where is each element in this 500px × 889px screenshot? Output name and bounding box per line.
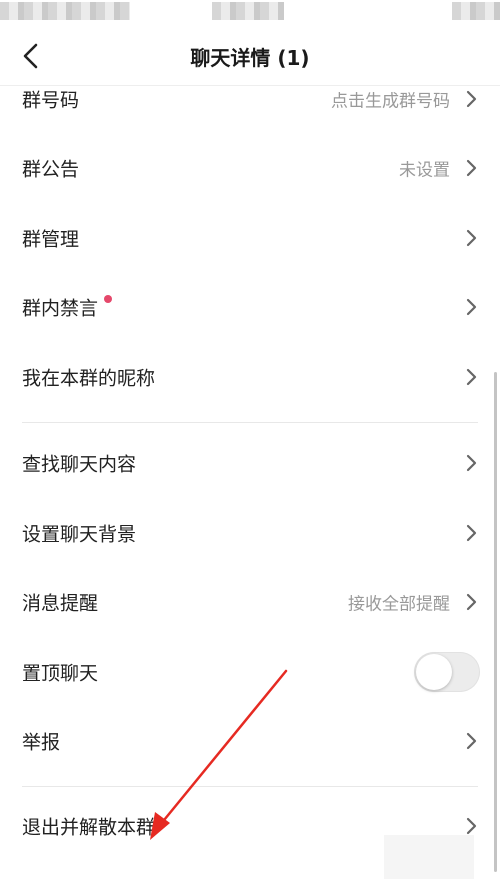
- settings-list: 群号码 点击生成群号码 群公告 未设置 群管理 群内禁言 我在本群的昵称 查找聊…: [0, 64, 500, 861]
- chevron-right-icon: [466, 732, 478, 750]
- row-group-mute[interactable]: 群内禁言: [0, 273, 500, 343]
- row-search-chat[interactable]: 查找聊天内容: [0, 429, 500, 499]
- row-label: 群管理: [22, 228, 80, 251]
- row-label: 群公告: [22, 158, 80, 181]
- row-group-announcement[interactable]: 群公告 未设置: [0, 134, 500, 204]
- new-badge-dot: [104, 294, 112, 303]
- chevron-right-icon: [466, 298, 478, 316]
- chevron-right-icon: [466, 524, 478, 542]
- blurred-status-right: [452, 2, 500, 20]
- page-title: 聊天详情 (1): [190, 46, 310, 70]
- row-chat-background[interactable]: 设置聊天背景: [0, 498, 500, 568]
- chevron-right-icon: [466, 593, 478, 611]
- row-label: 退出并解散本群: [22, 816, 156, 839]
- row-report[interactable]: 举报: [0, 707, 500, 777]
- nav-header: 聊天详情 (1): [0, 26, 500, 86]
- status-bar: [0, 0, 500, 26]
- chevron-right-icon: [466, 368, 478, 386]
- chat-details-screen: 群号码 点击生成群号码 群公告 未设置 群管理 群内禁言 我在本群的昵称 查找聊…: [0, 0, 500, 889]
- chevron-right-icon: [466, 229, 478, 247]
- blurred-status-center: [212, 2, 284, 20]
- row-label: 群号码: [22, 89, 80, 112]
- row-label: 置顶聊天: [22, 662, 99, 685]
- chevron-right-icon: [466, 454, 478, 472]
- chevron-right-icon: [466, 90, 478, 108]
- row-label: 查找聊天内容: [22, 453, 137, 476]
- row-value: 接收全部提醒: [348, 594, 450, 615]
- header-divider: [0, 85, 500, 86]
- row-label: 群内禁言: [22, 297, 99, 320]
- row-notifications[interactable]: 消息提醒 接收全部提醒: [0, 568, 500, 638]
- row-pin-chat: 置顶聊天: [0, 637, 500, 707]
- scrollbar[interactable]: [494, 372, 497, 872]
- blurred-status-left: [0, 2, 130, 20]
- row-label: 我在本群的昵称: [22, 367, 156, 390]
- chevron-right-icon: [466, 817, 478, 835]
- blurred-corner: [384, 835, 474, 879]
- row-value: 点击生成群号码: [331, 91, 450, 112]
- chevron-right-icon: [466, 159, 478, 177]
- row-my-nickname[interactable]: 我在本群的昵称: [0, 342, 500, 412]
- row-label: 消息提醒: [22, 592, 99, 615]
- toggle-knob: [416, 653, 452, 690]
- row-value: 未设置: [399, 160, 450, 181]
- row-label: 设置聊天背景: [22, 523, 137, 546]
- row-label: 举报: [22, 731, 61, 754]
- pin-chat-toggle[interactable]: [414, 651, 480, 692]
- row-group-management[interactable]: 群管理: [0, 203, 500, 273]
